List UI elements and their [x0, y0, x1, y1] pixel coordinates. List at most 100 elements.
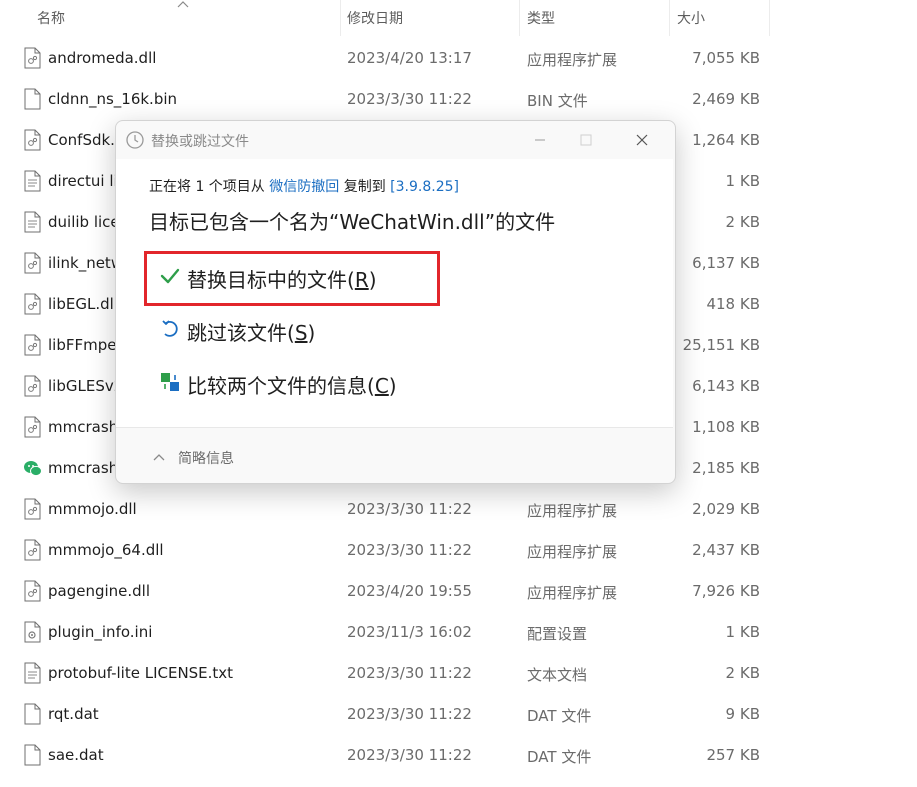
column-header-size[interactable]: 大小	[677, 8, 705, 28]
dialog-body: 正在将 1 个项目从 微信防撤回 复制到 [3.9.8.25] 目标已包含一个名…	[116, 159, 673, 427]
file-size: 1,264 KB	[692, 131, 760, 149]
undo-icon	[162, 320, 178, 337]
dll-file-icon	[24, 416, 41, 438]
file-size: 6,137 KB	[692, 254, 760, 272]
progress-middle: 复制到	[339, 179, 391, 195]
column-divider[interactable]	[669, 0, 670, 36]
source-folder-link[interactable]: 微信防撤回	[269, 179, 339, 195]
file-size: 2,029 KB	[692, 500, 760, 518]
chevron-up-icon	[153, 454, 165, 461]
destination-folder-link[interactable]: [3.9.8.25]	[390, 179, 459, 195]
dll-file-icon	[24, 375, 41, 397]
maximize-icon	[580, 134, 592, 146]
file-row[interactable]: pagengine.dll 2023/4/20 19:55 应用程序扩展 7,926 …	[0, 571, 917, 612]
skip-file-option[interactable]: 跳过该文件(S)	[159, 310, 539, 352]
file-name: andromeda.dll	[48, 49, 157, 67]
file-date: 2023/4/20 19:55	[347, 582, 472, 600]
file-date: 2023/3/30 11:22	[347, 541, 472, 559]
file-name: cldnn_ns_16k.bin	[48, 90, 178, 108]
compare-files-option[interactable]: 比较两个文件的信息(C)	[159, 363, 539, 405]
dialog-titlebar[interactable]: 替换或跳过文件	[116, 121, 675, 159]
clock-icon	[126, 131, 144, 149]
file-row[interactable]: mmmojo_64.dll 2023/3/30 11:22 应用程序扩展 2,437 …	[0, 530, 917, 571]
file-size: 2 KB	[725, 664, 760, 682]
file-row[interactable]: plugin_info.ini 2023/11/3 16:02 配置设置 1 KB	[0, 612, 917, 653]
minimize-icon	[535, 139, 545, 141]
file-type: BIN 文件	[527, 92, 588, 110]
progress-prefix: 正在将 1 个项目从	[149, 179, 270, 195]
file-size: 418 KB	[706, 295, 760, 313]
column-header-date[interactable]: 修改日期	[347, 8, 403, 28]
file-row[interactable]: protobuf-lite LICENSE.txt 2023/3/30 11:22…	[0, 653, 917, 694]
file-type: 应用程序扩展	[527, 543, 618, 561]
dll-file-icon	[24, 47, 41, 69]
column-header-type[interactable]: 类型	[527, 8, 555, 28]
dialog-title: 替换或跳过文件	[151, 134, 249, 150]
file-name: pagengine.dll	[48, 582, 151, 600]
file-date: 2023/3/30 11:22	[347, 705, 472, 723]
column-divider[interactable]	[519, 0, 520, 36]
text-file-icon	[24, 170, 41, 192]
file-row[interactable]: sae.dat 2023/3/30 11:22 DAT 文件 257 KB	[0, 735, 917, 776]
generic-file-icon	[24, 88, 41, 110]
checkmark-icon	[160, 268, 180, 284]
dll-file-icon	[24, 293, 41, 315]
file-date: 2023/3/30 11:22	[347, 90, 472, 108]
dialog-footer: 简略信息	[116, 427, 673, 483]
column-divider[interactable]	[769, 0, 770, 36]
file-type: DAT 文件	[527, 748, 592, 766]
dll-file-icon	[24, 580, 41, 602]
column-divider[interactable]	[340, 0, 341, 36]
conflict-message: 目标已包含一个名为“WeChatWin.dll”的文件	[149, 210, 556, 234]
file-name: mmmojo.dll	[48, 500, 137, 518]
settings-file-icon	[24, 621, 41, 643]
dll-file-icon	[24, 129, 41, 151]
file-date: 2023/3/30 11:22	[347, 664, 472, 682]
column-header-name[interactable]: 名称	[37, 8, 65, 28]
file-type: 应用程序扩展	[527, 502, 618, 520]
file-date: 2023/4/20 13:17	[347, 49, 472, 67]
file-row[interactable]: andromeda.dll 2023/4/20 13:17 应用程序扩展 7,055 …	[0, 38, 917, 79]
replace-file-label: 替换目标中的文件(R)	[187, 268, 377, 292]
file-size: 257 KB	[706, 746, 760, 764]
text-file-icon	[24, 662, 41, 684]
less-info-label: 简略信息	[178, 451, 234, 467]
column-header-bar: 名称 修改日期 类型 大小	[0, 0, 917, 36]
file-type: 应用程序扩展	[527, 584, 618, 602]
skip-file-label: 跳过该文件(S)	[187, 321, 316, 345]
file-date: 2023/3/30 11:22	[347, 500, 472, 518]
dll-file-icon	[24, 498, 41, 520]
file-name: plugin_info.ini	[48, 623, 153, 641]
generic-file-icon	[24, 703, 41, 725]
dll-file-icon	[24, 334, 41, 356]
file-name: sae.dat	[48, 746, 104, 764]
minimize-button[interactable]	[517, 125, 563, 155]
text-file-icon	[24, 211, 41, 233]
file-row[interactable]: cldnn_ns_16k.bin 2023/3/30 11:22 BIN 文件 2,4…	[0, 79, 917, 120]
file-row[interactable]: rqt.dat 2023/3/30 11:22 DAT 文件 9 KB	[0, 694, 917, 735]
file-size: 1,108 KB	[692, 418, 760, 436]
close-button[interactable]	[619, 125, 665, 155]
file-size: 2,437 KB	[692, 541, 760, 559]
file-size: 6,143 KB	[692, 377, 760, 395]
dll-file-icon	[24, 539, 41, 561]
file-date: 2023/3/30 11:22	[347, 746, 472, 764]
compare-files-label: 比较两个文件的信息(C)	[187, 374, 397, 398]
file-size: 25,151 KB	[682, 336, 760, 354]
wechat-app-icon	[24, 461, 41, 477]
sort-ascending-icon	[177, 1, 189, 8]
file-date: 2023/11/3 16:02	[347, 623, 472, 641]
file-size: 9 KB	[725, 705, 760, 723]
file-type: DAT 文件	[527, 707, 592, 725]
file-type: 文本文档	[527, 666, 588, 684]
file-size: 1 KB	[725, 172, 760, 190]
file-row[interactable]: mmmojo.dll 2023/3/30 11:22 应用程序扩展 2,029 KB	[0, 489, 917, 530]
file-size: 2,469 KB	[692, 90, 760, 108]
maximize-button[interactable]	[563, 125, 609, 155]
replace-file-option[interactable]: 替换目标中的文件(R)	[159, 257, 539, 299]
replace-or-skip-dialog: 替换或跳过文件 正在将 1 个项目从 微信防撤回 复制到 [3.9.8.25] …	[115, 120, 676, 484]
file-size: 7,055 KB	[692, 49, 760, 67]
file-name: rqt.dat	[48, 705, 99, 723]
file-size: 2,185 KB	[692, 459, 760, 477]
file-type: 配置设置	[527, 625, 588, 643]
